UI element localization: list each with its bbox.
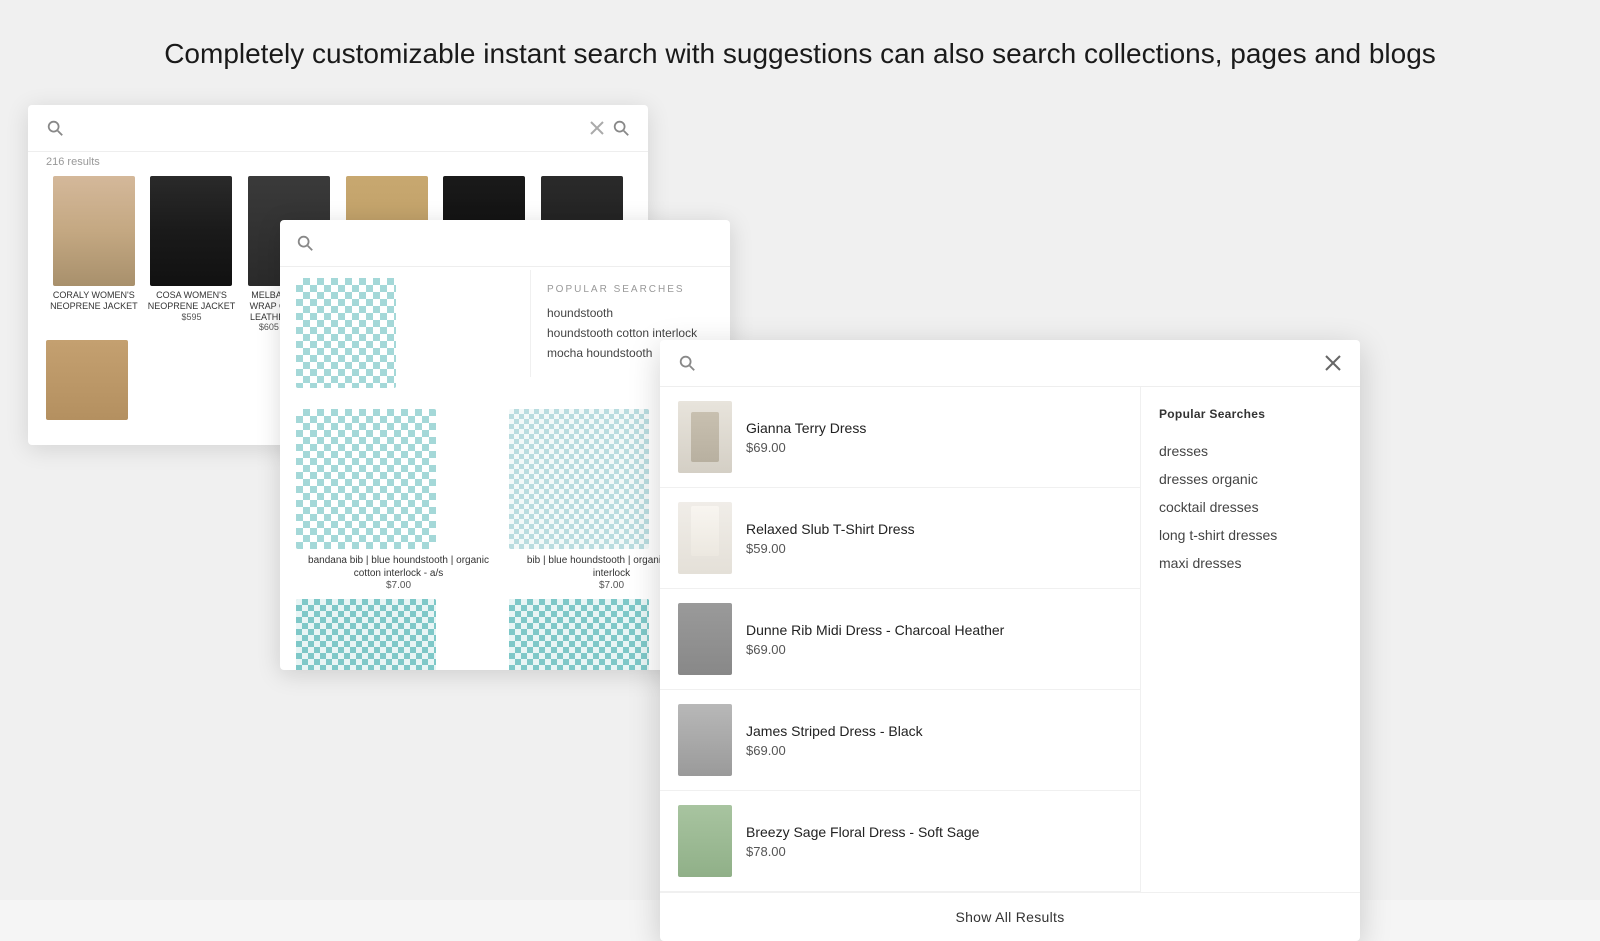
product-label: CORALY WOMEN'S NEOPRENE JACKET: [46, 290, 142, 312]
list-item: bandana bib | blue houndstooth | organic…: [296, 409, 501, 591]
product-image: [150, 176, 232, 286]
list-item[interactable]: Relaxed Slub T-Shirt Dress $59.00: [660, 488, 1140, 589]
show-all-results-button[interactable]: Show All Results: [660, 892, 1360, 941]
list-item: CORALY WOMEN'S NEOPRENE JACKET: [46, 176, 142, 332]
product-info: Relaxed Slub T-Shirt Dress $59.00: [746, 521, 1122, 556]
search-icon: [678, 354, 696, 372]
sidebar-search-item-long-tshirt[interactable]: long t-shirt dresses: [1159, 521, 1342, 549]
search-icon: [296, 234, 314, 252]
product-image: [509, 409, 649, 549]
product-thumbnail: [678, 603, 732, 675]
main-search-card: dresses Gianna Terry Dress $69.00: [660, 340, 1360, 941]
search-submit-icon[interactable]: [612, 119, 630, 137]
search-header: dresses: [660, 340, 1360, 387]
product-price: $69.00: [746, 440, 1122, 455]
product-image: [509, 599, 649, 670]
search-icon: [46, 119, 64, 137]
popular-search-item[interactable]: houndstooth: [547, 303, 714, 323]
list-item: classic legging | blue houndstooth | org…: [296, 599, 501, 670]
list-item[interactable]: Dunne Rib Midi Dress - Charcoal Heather …: [660, 589, 1140, 690]
product-title: bandana bib | blue houndstooth | organic…: [296, 554, 501, 580]
product-image: [296, 409, 436, 549]
product-image: [296, 599, 436, 670]
product-name: Dunne Rib Midi Dress - Charcoal Heather: [746, 622, 1122, 638]
product-thumbnail: [678, 401, 732, 473]
sidebar-search-item-dresses-organic[interactable]: dresses organic: [1159, 465, 1342, 493]
popular-searches-sidebar: Popular Searches dresses dresses organic…: [1140, 387, 1360, 892]
popular-searches-title: Popular Searches: [1159, 407, 1342, 421]
list-item[interactable]: Gianna Terry Dress $69.00: [660, 387, 1140, 488]
popular-searches-title: POPULAR SEARCHES: [547, 284, 714, 295]
product-image: [46, 340, 128, 420]
sidebar-search-item-dresses[interactable]: dresses: [1159, 437, 1342, 465]
product-name: Gianna Terry Dress: [746, 420, 1122, 436]
neopr-search-input[interactable]: neopr: [72, 120, 582, 137]
product-name: James Striped Dress - Black: [746, 723, 1122, 739]
product-thumbnail: [678, 805, 732, 877]
clear-icon[interactable]: [590, 121, 604, 135]
houndstooth-search-input[interactable]: houndstooth|: [324, 235, 714, 251]
product-thumbnail: [678, 502, 732, 574]
product-info: James Striped Dress - Black $69.00: [746, 723, 1122, 758]
product-price: $595: [181, 312, 201, 322]
product-list: Gianna Terry Dress $69.00 Relaxed Slub T…: [660, 387, 1140, 892]
product-price: $69.00: [746, 642, 1122, 657]
sidebar-search-item-cocktail[interactable]: cocktail dresses: [1159, 493, 1342, 521]
sidebar-search-item-maxi[interactable]: maxi dresses: [1159, 549, 1342, 577]
close-icon[interactable]: [1324, 354, 1342, 372]
list-item[interactable]: James Striped Dress - Black $69.00: [660, 690, 1140, 791]
search-results-body: Gianna Terry Dress $69.00 Relaxed Slub T…: [660, 387, 1360, 892]
results-count: 216 results: [28, 152, 648, 172]
list-item[interactable]: Breezy Sage Floral Dress - Soft Sage $78…: [660, 791, 1140, 892]
product-label: COSA WOMEN'S NEOPRENE JACKET: [144, 290, 240, 312]
dresses-search-input[interactable]: dresses: [708, 354, 1312, 372]
product-info: Gianna Terry Dress $69.00: [746, 420, 1122, 455]
product-thumbnail: [678, 704, 732, 776]
product-name: Breezy Sage Floral Dress - Soft Sage: [746, 824, 1122, 840]
product-info: Breezy Sage Floral Dress - Soft Sage $78…: [746, 824, 1122, 859]
product-price: $69.00: [746, 743, 1122, 758]
product-info: Dunne Rib Midi Dress - Charcoal Heather …: [746, 622, 1122, 657]
product-price: $78.00: [746, 844, 1122, 859]
list-item: COSA WOMEN'S NEOPRENE JACKET $595: [144, 176, 240, 332]
product-price: $7.00: [296, 580, 501, 591]
product-name: Relaxed Slub T-Shirt Dress: [746, 521, 1122, 537]
product-image: [53, 176, 135, 286]
headline: Completely customizable instant search w…: [104, 0, 1496, 92]
product-price: $59.00: [746, 541, 1122, 556]
